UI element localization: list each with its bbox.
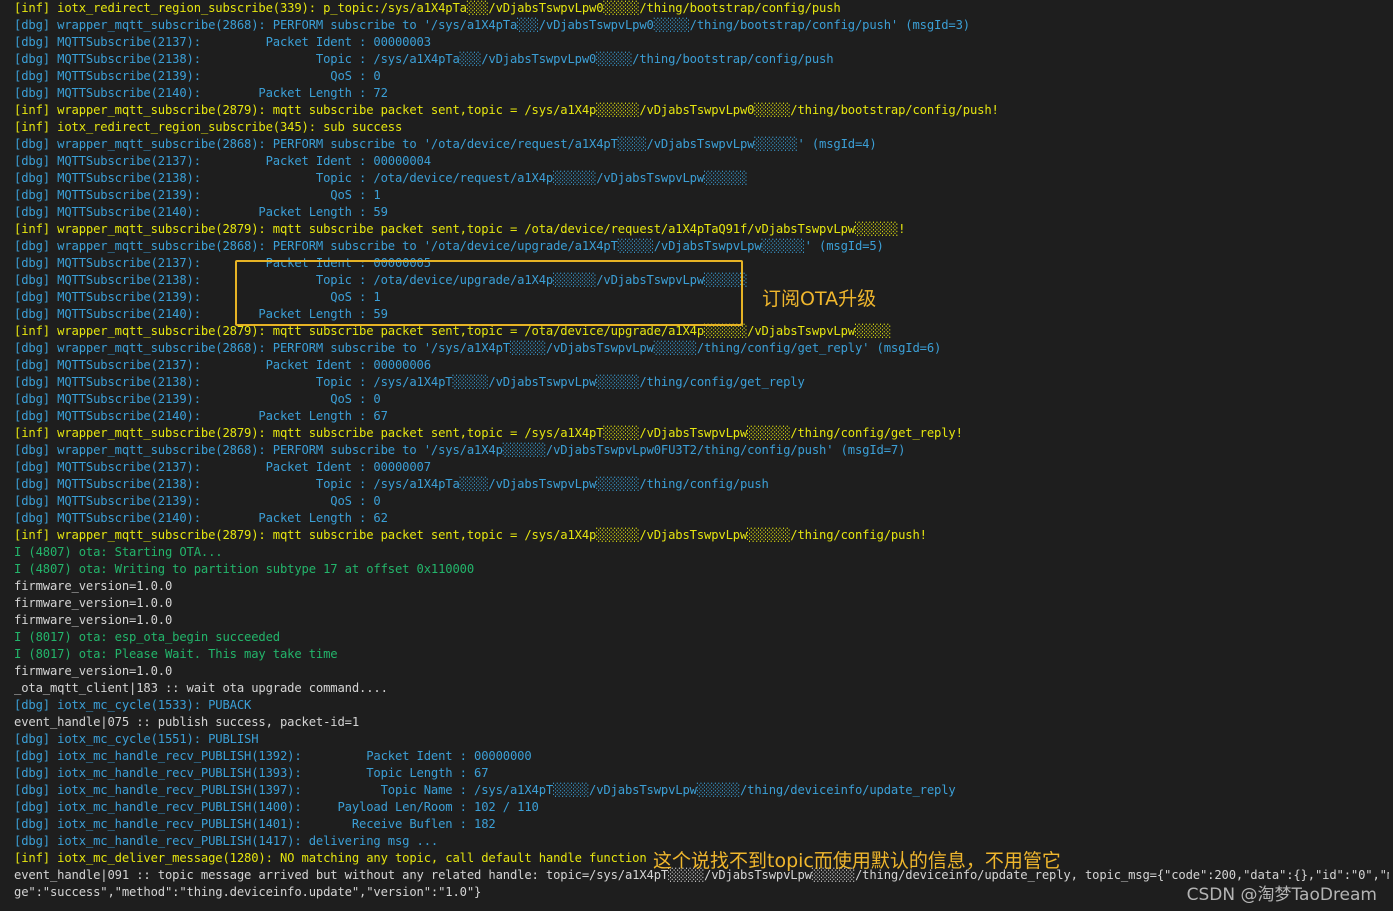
log-line: I (4807) ota: Starting OTA... <box>14 545 223 559</box>
log-line: [dbg] MQTTSubscribe(2137): Packet Ident … <box>14 154 431 168</box>
log-line: [dbg] MQTTSubscribe(2140): Packet Length… <box>14 205 388 219</box>
log-line: [dbg] MQTTSubscribe(2138): Topic : /sys/… <box>14 375 805 389</box>
log-line: [dbg] wrapper_mqtt_subscribe(2868): PERF… <box>14 18 970 32</box>
log-line: [dbg] MQTTSubscribe(2139): QoS : 0 <box>14 392 381 406</box>
log-line: [dbg] wrapper_mqtt_subscribe(2868): PERF… <box>14 341 942 355</box>
log-line: [dbg] iotx_mc_cycle(1533): PUBACK <box>14 698 252 712</box>
log-line: ge":"success","method":"thing.deviceinfo… <box>14 885 482 899</box>
log-line: [dbg] iotx_mc_handle_recv_PUBLISH(1400):… <box>14 800 539 814</box>
log-line: [dbg] MQTTSubscribe(2139): QoS : 0 <box>14 494 381 508</box>
log-line: firmware_version=1.0.0 <box>14 596 173 610</box>
log-line: [inf] wrapper_mqtt_subscribe(2879): mqtt… <box>14 222 906 236</box>
ota-subscribe-highlight-box <box>235 260 743 326</box>
log-line: _ota_mqtt_client|183 :: wait ota upgrade… <box>14 681 388 695</box>
log-line: [dbg] MQTTSubscribe(2139): QoS : 0 <box>14 69 381 83</box>
ota-subscribe-note: 订阅OTA升级 <box>762 288 877 310</box>
log-line: [dbg] MQTTSubscribe(2137): Packet Ident … <box>14 460 431 474</box>
terminal-output: [inf] iotx_redirect_region_subscribe(339… <box>14 0 1389 901</box>
log-line: [dbg] MQTTSubscribe(2138): Topic : /ota/… <box>14 171 748 185</box>
log-line: [dbg] MQTTSubscribe(2140): Packet Length… <box>14 409 388 423</box>
log-line: [inf] iotx_redirect_region_subscribe(339… <box>14 1 841 15</box>
log-line: I (8017) ota: Please Wait. This may take… <box>14 647 338 661</box>
log-line: [dbg] MQTTSubscribe(2138): Topic : /sys/… <box>14 52 834 66</box>
no-topic-match-note: 这个说找不到topic而使用默认的信息，不用管它 <box>653 850 1061 872</box>
log-line: [dbg] wrapper_mqtt_subscribe(2868): PERF… <box>14 443 906 457</box>
csdn-watermark: CSDN @淘梦TaoDream <box>1186 885 1377 905</box>
log-line: [dbg] MQTTSubscribe(2140): Packet Length… <box>14 86 388 100</box>
log-line: firmware_version=1.0.0 <box>14 613 173 627</box>
log-line: [dbg] MQTTSubscribe(2138): Topic : /sys/… <box>14 477 769 491</box>
log-line: [dbg] wrapper_mqtt_subscribe(2868): PERF… <box>14 239 884 253</box>
log-line: [inf] wrapper_mqtt_subscribe(2879): mqtt… <box>14 426 963 440</box>
log-line: [dbg] iotx_mc_handle_recv_PUBLISH(1393):… <box>14 766 489 780</box>
log-line: [dbg] iotx_mc_handle_recv_PUBLISH(1392):… <box>14 749 532 763</box>
log-line: I (4807) ota: Writing to partition subty… <box>14 562 474 576</box>
log-line: [dbg] wrapper_mqtt_subscribe(2868): PERF… <box>14 137 877 151</box>
log-line: I (8017) ota: esp_ota_begin succeeded <box>14 630 280 644</box>
log-line: [dbg] iotx_mc_handle_recv_PUBLISH(1397):… <box>14 783 956 797</box>
log-line: firmware_version=1.0.0 <box>14 664 173 678</box>
log-line: [dbg] MQTTSubscribe(2137): Packet Ident … <box>14 358 431 372</box>
log-line: firmware_version=1.0.0 <box>14 579 173 593</box>
log-line: [inf] wrapper_mqtt_subscribe(2879): mqtt… <box>14 528 927 542</box>
log-line: [dbg] iotx_mc_handle_recv_PUBLISH(1401):… <box>14 817 496 831</box>
log-line: [dbg] MQTTSubscribe(2139): QoS : 1 <box>14 188 381 202</box>
log-line: [inf] wrapper_mqtt_subscribe(2879): mqtt… <box>14 103 999 117</box>
log-line: [dbg] iotx_mc_cycle(1551): PUBLISH <box>14 732 259 746</box>
log-line: [inf] iotx_redirect_region_subscribe(345… <box>14 120 403 134</box>
log-line: event_handle|075 :: publish success, pac… <box>14 715 359 729</box>
log-line: [dbg] MQTTSubscribe(2140): Packet Length… <box>14 511 388 525</box>
log-line: [dbg] MQTTSubscribe(2137): Packet Ident … <box>14 35 431 49</box>
